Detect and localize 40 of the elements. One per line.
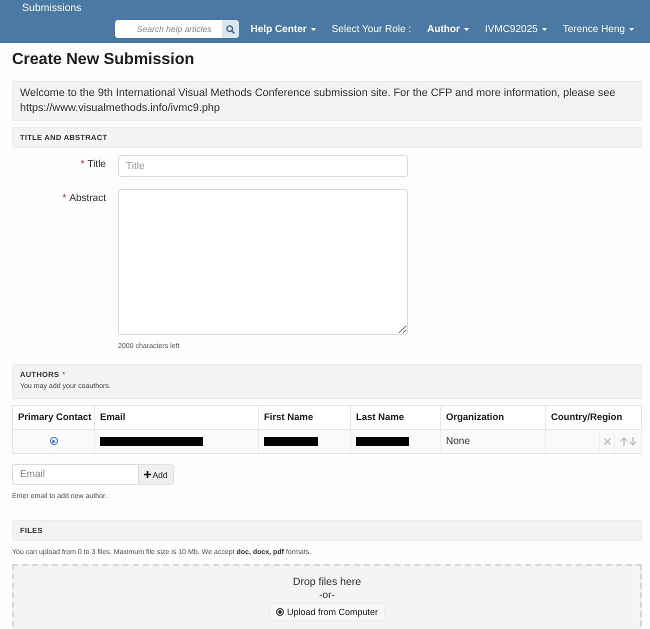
redaction-bar	[356, 437, 409, 446]
radio-button[interactable]	[50, 437, 58, 446]
abstract-textarea[interactable]	[118, 189, 408, 335]
search-field[interactable]: Search help articles	[114, 20, 222, 38]
nav-dropdown[interactable]: Terence Heng	[560, 24, 636, 34]
table-header-cell: Country/Region	[546, 406, 642, 430]
search-icon	[226, 24, 235, 34]
title-input[interactable]: Title	[118, 155, 408, 177]
add-button[interactable]: Add	[139, 464, 174, 485]
email-input[interactable]: Email	[12, 464, 139, 485]
welcome-notice: Welcome to the 9th International Visual Methods Conference submission site. For the CFP and more information, please see https://www.visualmethods.info/ivmc9.php	[12, 81, 642, 121]
plus-icon	[144, 471, 152, 478]
caret-icon	[464, 28, 469, 30]
redaction-bar	[264, 437, 318, 446]
close-icon[interactable]	[604, 438, 610, 445]
table-header-cell: Organization	[440, 406, 546, 430]
caret-icon	[629, 28, 634, 30]
field-label: * Abstract	[62, 192, 106, 205]
arrow-down-icon[interactable]	[628, 436, 637, 446]
caret-icon	[310, 28, 316, 30]
caret-icon	[542, 28, 547, 30]
page-title: Create New Submission	[12, 50, 194, 70]
file-drop-zone[interactable]: Drop files here -or- Upload from Computer	[12, 564, 642, 629]
arrow-up-icon[interactable]	[620, 436, 628, 446]
table-cell: None	[446, 436, 470, 447]
table-header-cell: Email	[94, 406, 258, 430]
nav-dropdown[interactable]: Author	[425, 24, 471, 34]
separator-text: -or-	[319, 589, 335, 602]
app-title[interactable]: Submissions	[22, 1, 82, 15]
drop-zone-title: Drop files here	[292, 576, 362, 589]
nav-dropdown[interactable]: Help Center	[248, 24, 318, 34]
upload-button[interactable]: Upload from Computer	[268, 603, 386, 621]
circle-dot-icon	[276, 608, 284, 616]
table-header-cell: Last Name	[350, 406, 440, 430]
field-label: * Title	[80, 158, 106, 171]
table-header-cell: Primary Contact	[12, 406, 94, 430]
table-header-cell: First Name	[258, 406, 350, 430]
nav-dropdown[interactable]: IVMC92025	[482, 24, 549, 34]
nav-label: Select Your Role :	[330, 24, 412, 34]
search-button[interactable]	[222, 20, 239, 38]
